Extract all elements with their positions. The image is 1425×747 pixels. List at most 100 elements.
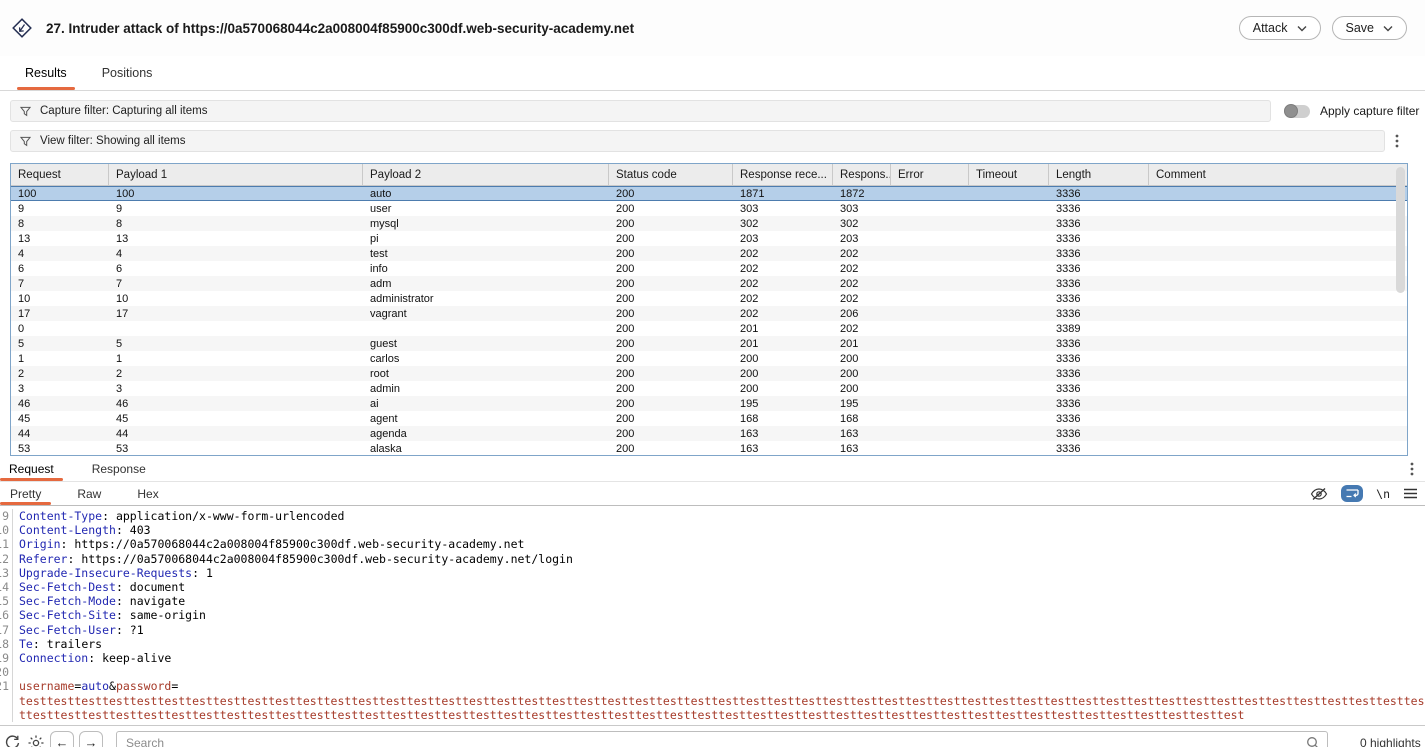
cell: 202 bbox=[733, 308, 833, 320]
cell: 1 bbox=[109, 353, 363, 365]
tab-pretty[interactable]: Pretty bbox=[0, 482, 51, 505]
cell: 200 bbox=[609, 263, 733, 275]
table-scrollbar-thumb[interactable] bbox=[1396, 167, 1405, 293]
cell: 168 bbox=[733, 413, 833, 425]
save-button-label: Save bbox=[1346, 21, 1375, 35]
search-magnifier-icon bbox=[1306, 736, 1320, 747]
table-row[interactable]: 88mysql2003023023336 bbox=[11, 216, 1407, 231]
page-title: 27. Intruder attack of https://0a5700680… bbox=[46, 21, 1228, 36]
tab-positions[interactable]: Positions bbox=[94, 56, 161, 90]
tab-results[interactable]: Results bbox=[17, 56, 75, 90]
cell: 202 bbox=[833, 248, 891, 260]
apply-capture-filter-toggle[interactable] bbox=[1284, 105, 1310, 118]
view-filter-bar[interactable]: View filter: Showing all items bbox=[10, 130, 1385, 152]
cell: carlos bbox=[363, 353, 609, 365]
code-text bbox=[12, 665, 1425, 679]
code-text: Sec-Fetch-User: ?1 bbox=[12, 623, 1425, 637]
code-text: username=auto&password= bbox=[12, 679, 1425, 693]
code-line: 21username=auto&password= bbox=[0, 679, 1425, 693]
request-editor[interactable]: 9Content-Type: application/x-www-form-ur… bbox=[0, 506, 1425, 728]
editor-menu-hamburger-icon[interactable] bbox=[1403, 488, 1418, 499]
capture-filter-bar[interactable]: Capture filter: Capturing all items bbox=[10, 100, 1271, 122]
cell: 3336 bbox=[1049, 413, 1149, 425]
cell: 1872 bbox=[833, 188, 891, 200]
tab-raw[interactable]: Raw bbox=[67, 482, 111, 505]
editor-view-tab-bar: Pretty Raw Hex \n bbox=[0, 482, 1425, 506]
code-text: Content-Type: application/x-www-form-url… bbox=[12, 509, 1425, 523]
table-row[interactable]: 11carlos2002002003336 bbox=[11, 351, 1407, 366]
cell: 17 bbox=[109, 308, 363, 320]
tab-request[interactable]: Request bbox=[0, 456, 63, 481]
cell: 200 bbox=[609, 233, 733, 245]
tab-results-label: Results bbox=[25, 66, 67, 80]
table-row[interactable]: 100100auto200187118723336 bbox=[11, 186, 1407, 201]
cell: adm bbox=[363, 278, 609, 290]
cell: 3336 bbox=[1049, 368, 1149, 380]
table-row[interactable]: 33admin2002002003336 bbox=[11, 381, 1407, 396]
cell: 3336 bbox=[1049, 203, 1149, 215]
cell: 163 bbox=[833, 428, 891, 440]
cell: 200 bbox=[609, 323, 733, 335]
table-row[interactable]: 66info2002022023336 bbox=[11, 261, 1407, 276]
cell: 9 bbox=[11, 203, 109, 215]
previous-match-button[interactable]: ← bbox=[50, 731, 74, 747]
cell: 200 bbox=[609, 278, 733, 290]
code-line: testtesttesttesttesttesttesttesttesttest… bbox=[0, 694, 1425, 722]
cell: 302 bbox=[733, 218, 833, 230]
table-row[interactable]: 4646ai2001951953336 bbox=[11, 396, 1407, 411]
cell: 201 bbox=[833, 338, 891, 350]
table-row[interactable]: 1010administrator2002022023336 bbox=[11, 291, 1407, 306]
column-header-error[interactable]: Error bbox=[891, 164, 969, 185]
column-header-response-rece[interactable]: Response rece... bbox=[733, 164, 833, 185]
tab-response[interactable]: Response bbox=[83, 456, 155, 481]
search-input[interactable] bbox=[116, 731, 1328, 747]
search-settings-gear-icon[interactable] bbox=[27, 734, 45, 747]
cell: 3 bbox=[109, 383, 363, 395]
hide-highlights-eye-off-icon[interactable] bbox=[1310, 487, 1328, 501]
cell: pi bbox=[363, 233, 609, 245]
cell: 1871 bbox=[733, 188, 833, 200]
column-header-payload-2[interactable]: Payload 2 bbox=[363, 164, 609, 185]
word-wrap-toggle-icon[interactable] bbox=[1341, 485, 1363, 502]
column-header-respons[interactable]: Respons... bbox=[833, 164, 891, 185]
tab-hex[interactable]: Hex bbox=[127, 482, 168, 505]
refresh-search-icon[interactable] bbox=[4, 734, 21, 747]
cell: 303 bbox=[833, 203, 891, 215]
view-filter-menu-icon[interactable] bbox=[1390, 133, 1404, 149]
cell: 3336 bbox=[1049, 338, 1149, 350]
column-header-timeout[interactable]: Timeout bbox=[969, 164, 1049, 185]
attack-button[interactable]: Attack bbox=[1239, 16, 1321, 40]
column-header-comment[interactable]: Comment bbox=[1149, 164, 1407, 185]
save-button[interactable]: Save bbox=[1332, 16, 1408, 40]
code-text: Origin: https://0a570068044c2a008004f859… bbox=[12, 537, 1425, 551]
table-row[interactable]: 1313pi2002032033336 bbox=[11, 231, 1407, 246]
next-match-button[interactable]: → bbox=[79, 731, 103, 747]
column-header-label: Status code bbox=[616, 169, 677, 181]
column-header-request[interactable]: Request bbox=[11, 164, 109, 185]
cell: 203 bbox=[733, 233, 833, 245]
cell: vagrant bbox=[363, 308, 609, 320]
column-header-status-code[interactable]: Status code bbox=[609, 164, 733, 185]
column-header-label: Respons... bbox=[840, 169, 891, 181]
toggle-knob bbox=[1284, 104, 1298, 118]
table-row[interactable]: 1717vagrant2002022063336 bbox=[11, 306, 1407, 321]
cell: 100 bbox=[109, 188, 363, 200]
show-nonprintable-icon[interactable]: \n bbox=[1376, 487, 1390, 501]
table-row[interactable]: 77adm2002022023336 bbox=[11, 276, 1407, 291]
line-number: 14 bbox=[0, 580, 12, 594]
cell: 8 bbox=[109, 218, 363, 230]
table-row[interactable]: 4444agenda2001631633336 bbox=[11, 426, 1407, 441]
table-row[interactable]: 44test2002022023336 bbox=[11, 246, 1407, 261]
table-row[interactable]: 55guest2002012013336 bbox=[11, 336, 1407, 351]
table-row[interactable]: 5353alaska2001631633336 bbox=[11, 441, 1407, 456]
title-bar: 27. Intruder attack of https://0a5700680… bbox=[0, 0, 1425, 56]
cell: 100 bbox=[11, 188, 109, 200]
table-row[interactable]: 4545agent2001681683336 bbox=[11, 411, 1407, 426]
table-row[interactable]: 99user2003033033336 bbox=[11, 201, 1407, 216]
column-header-length[interactable]: Length bbox=[1049, 164, 1149, 185]
table-row[interactable]: 22root2002002003336 bbox=[11, 366, 1407, 381]
cell: 202 bbox=[733, 248, 833, 260]
message-panel-menu-icon[interactable] bbox=[1405, 461, 1419, 477]
table-row[interactable]: 02002012023389 bbox=[11, 321, 1407, 336]
column-header-payload-1[interactable]: Payload 1 bbox=[109, 164, 363, 185]
